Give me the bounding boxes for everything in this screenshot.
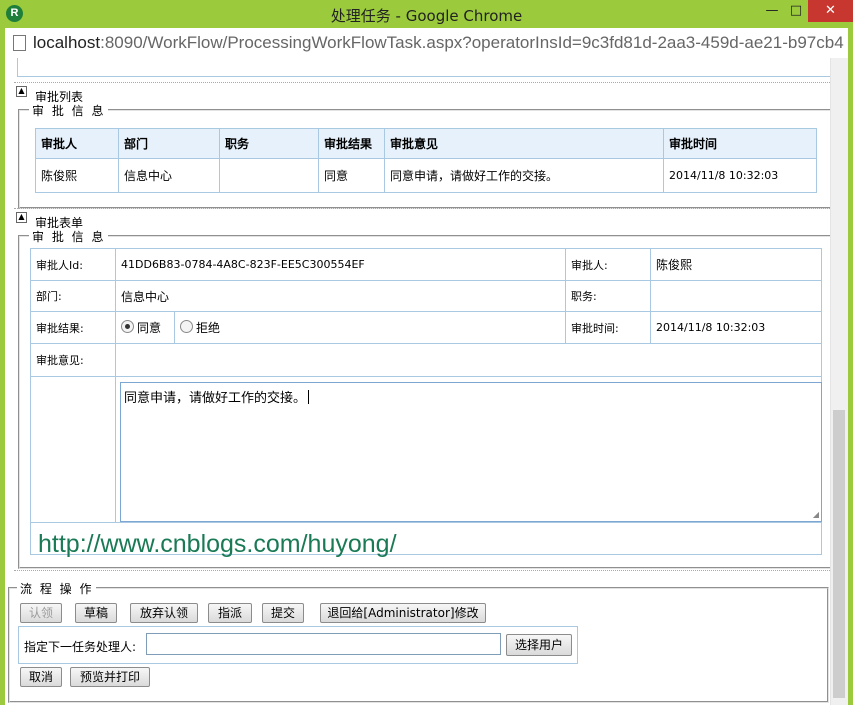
time-value: 2014/11/8 10:32:03 (650, 311, 822, 344)
scrollbar-thumb[interactable] (833, 410, 845, 698)
select-user-button[interactable]: 选择用户 (506, 634, 572, 656)
assign-button[interactable]: 指派 (208, 603, 252, 623)
radio-unchecked-icon[interactable] (180, 320, 193, 333)
next-handler-label: 指定下一任务处理人: (24, 640, 137, 654)
maximize-icon[interactable]: □ (784, 0, 808, 22)
column-header: 审批时间 (663, 128, 817, 159)
close-icon[interactable]: ✕ (808, 0, 853, 22)
collapse-toggle-icon[interactable]: ▲ (16, 86, 27, 97)
minimize-icon[interactable]: — (760, 0, 784, 22)
department-label: 部门: (30, 280, 116, 312)
table-row: 陈俊熙 信息中心 同意 同意申请，请做好工作的交接。 2014/11/8 10:… (35, 158, 817, 193)
approval-form-legend: 审 批 信 息 (29, 228, 109, 245)
claim-button[interactable]: 认领 (20, 603, 62, 623)
opinion-spacer (115, 343, 822, 377)
cancel-button[interactable]: 取消 (20, 667, 62, 687)
table-cell: 陈俊熙 (35, 158, 119, 193)
column-header: 部门 (118, 128, 220, 159)
previous-textarea-remnant (17, 58, 831, 77)
page-content: ▲ 审批列表 审 批 信 息 审批人 部门 职务 审批结果 审批意见 审批时间 … (5, 58, 848, 705)
window-title: 处理任务 - Google Chrome (330, 7, 523, 25)
radio-approve[interactable]: 同意 (115, 311, 175, 344)
next-handler-input[interactable] (146, 633, 501, 655)
result-label: 审批结果: (30, 311, 116, 344)
abandon-claim-button[interactable]: 放弃认领 (130, 603, 198, 623)
position-value (650, 280, 822, 312)
department-value: 信息中心 (115, 280, 566, 312)
approver-id-value: 41DD6B83-0784-4A8C-823F-EE5C300554EF (115, 248, 566, 281)
workflow-ops-legend: 流 程 操 作 (17, 580, 97, 597)
opinion-gutter (30, 376, 116, 523)
table-cell: 信息中心 (118, 158, 220, 193)
radio-reject[interactable]: 拒绝 (174, 311, 566, 344)
column-header: 审批结果 (318, 128, 385, 159)
opinion-textarea[interactable]: 同意申请，请做好工作的交接。 ◢ (120, 382, 822, 522)
radio-reject-label: 拒绝 (196, 321, 221, 335)
approval-list-table: 审批人 部门 职务 审批结果 审批意见 审批时间 陈俊熙 信息中心 同意 同意申… (35, 128, 817, 193)
collapse-toggle-icon[interactable]: ▲ (16, 212, 27, 223)
table-cell: 同意申请，请做好工作的交接。 (384, 158, 664, 193)
blog-watermark-link[interactable]: http://www.cnblogs.com/huyong/ (38, 530, 397, 559)
url-host: localhost (33, 33, 101, 52)
vertical-scrollbar[interactable] (830, 58, 848, 705)
url-path: :8090/WorkFlow/ProcessingWorkFlowTask.as… (100, 33, 844, 52)
opinion-text: 同意申请，请做好工作的交接。 (124, 391, 307, 406)
opinion-label: 审批意见: (30, 343, 116, 377)
address-bar[interactable]: localhost:8090/WorkFlow/ProcessingWorkFl… (5, 28, 848, 59)
divider (14, 208, 830, 209)
divider (14, 82, 830, 83)
approval-list-legend: 审 批 信 息 (29, 102, 109, 119)
column-header: 审批意见 (384, 128, 664, 159)
time-label: 审批时间: (565, 311, 651, 344)
radio-checked-icon[interactable] (121, 320, 134, 333)
column-header: 审批人 (35, 128, 119, 159)
draft-button[interactable]: 草稿 (75, 603, 117, 623)
approver-id-label: 审批人Id: (30, 248, 116, 281)
table-cell: 同意 (318, 158, 385, 193)
position-label: 职务: (565, 280, 651, 312)
return-modify-button[interactable]: 退回给[Administrator]修改 (320, 603, 486, 623)
url-text[interactable]: localhost:8090/WorkFlow/ProcessingWorkFl… (33, 33, 844, 53)
resize-grip-icon[interactable]: ◢ (813, 510, 819, 519)
title-bar: R 处理任务 - Google Chrome — □ ✕ (0, 0, 853, 28)
page-icon (13, 35, 26, 51)
column-header: 职务 (219, 128, 319, 159)
text-caret (308, 390, 310, 404)
table-cell (219, 158, 319, 193)
radio-approve-label: 同意 (137, 321, 162, 335)
table-cell: 2014/11/8 10:32:03 (663, 158, 817, 193)
approver-value: 陈俊熙 (650, 248, 822, 281)
divider (14, 570, 830, 571)
approver-label: 审批人: (565, 248, 651, 281)
preview-print-button[interactable]: 预览并打印 (70, 667, 150, 687)
submit-button[interactable]: 提交 (262, 603, 304, 623)
